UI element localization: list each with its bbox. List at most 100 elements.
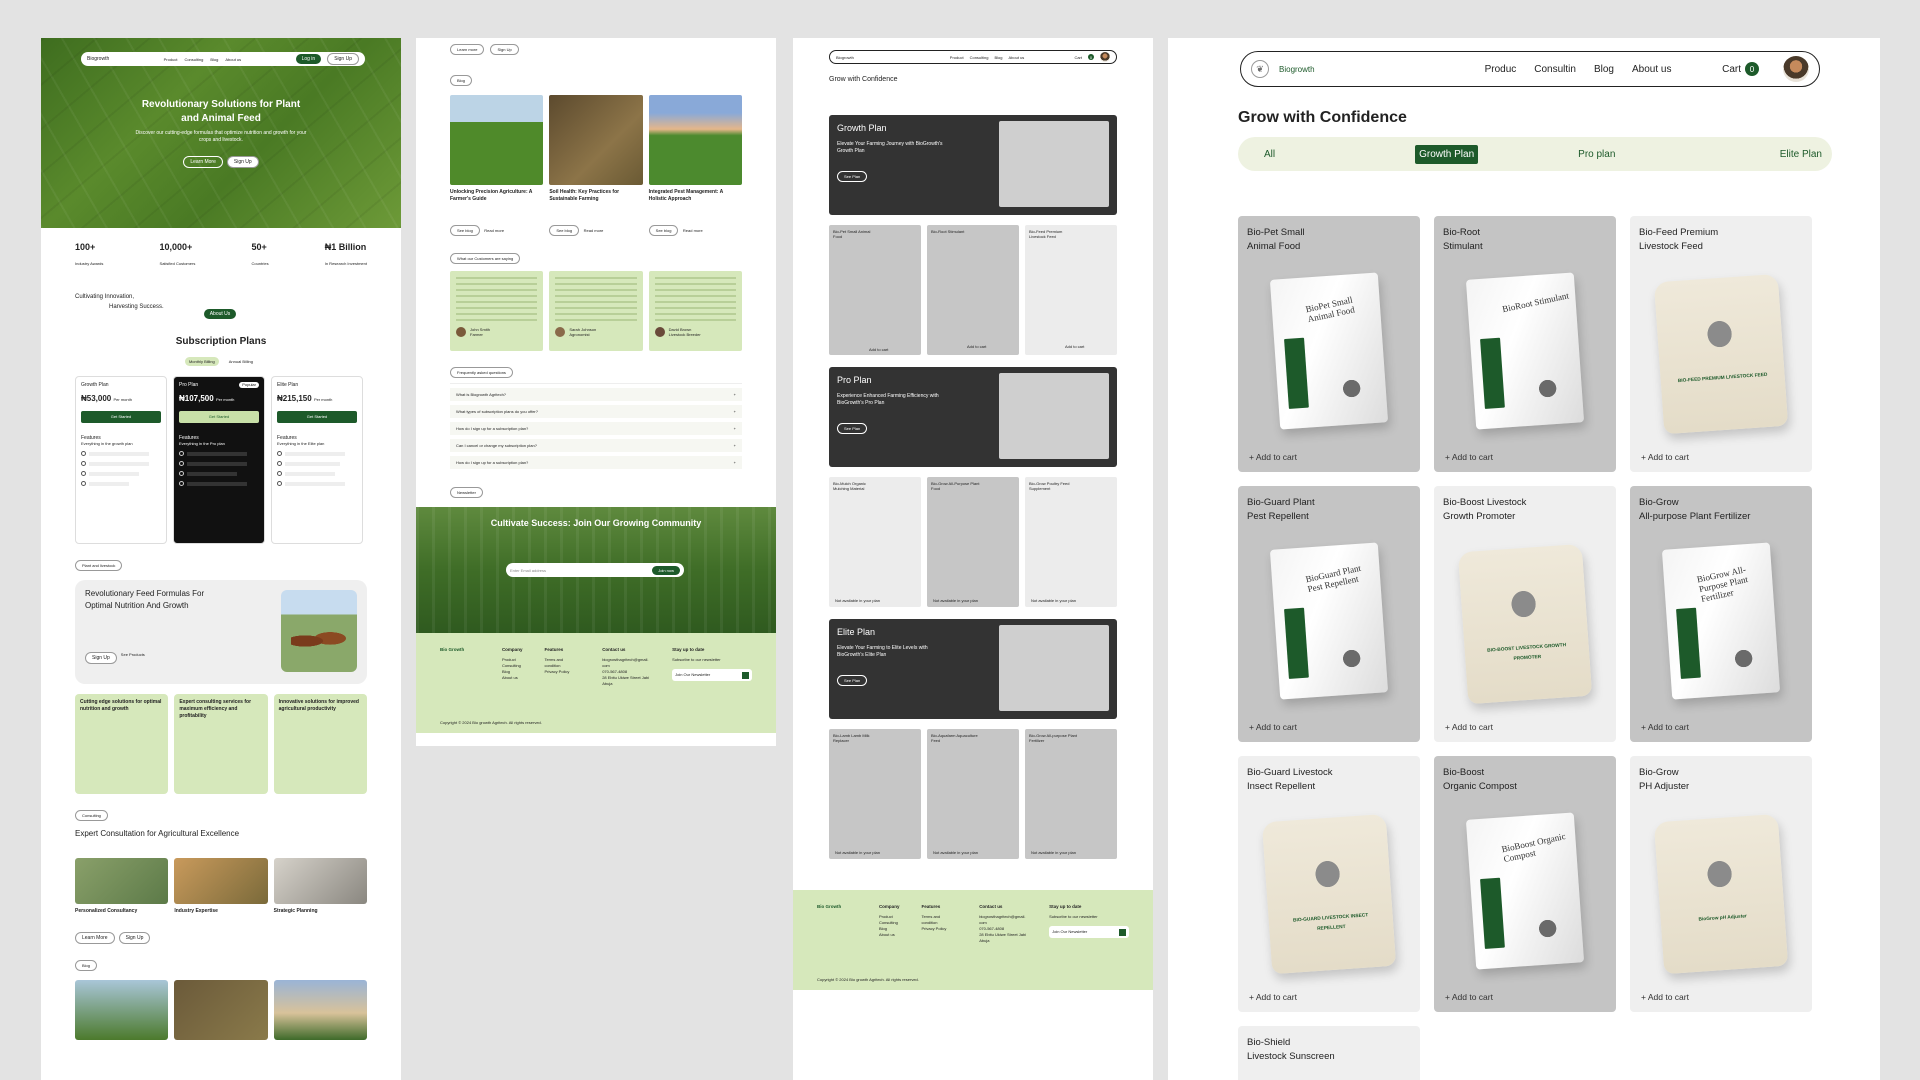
add-to-cart-button[interactable]: + Add to cart — [1641, 452, 1689, 462]
check-icon — [179, 481, 184, 486]
faq-item[interactable]: What is Biogrowth Agritech? + — [450, 388, 742, 401]
package-label: BIO-FEED PREMIUM LIVESTOCK FEED — [1677, 372, 1768, 385]
avatar[interactable] — [1783, 56, 1809, 82]
product-card[interactable]: Bio-Root Stimulant BioRoot Stimulant + Add… — [1434, 216, 1616, 472]
nav-link-product[interactable]: Produc — [1485, 64, 1517, 75]
growth-get-started-button[interactable]: Get Started — [81, 411, 161, 423]
avatar — [456, 327, 466, 337]
nav-link-blog[interactable]: Blog — [1594, 64, 1614, 75]
add-to-cart-button[interactable]: + Add to cart — [1249, 722, 1297, 732]
footer-link[interactable]: About us — [502, 675, 523, 681]
monthly-billing-toggle[interactable]: Monthly Billing — [184, 357, 219, 366]
product-card[interactable]: Bio-Boost Livestock Growth Promoter BIO-B… — [1434, 486, 1616, 742]
read-more-link-3[interactable]: Read more — [683, 228, 703, 233]
nav-link-consulting[interactable]: Consulting — [184, 57, 203, 62]
nav-link-product[interactable]: Product — [950, 55, 964, 60]
consult-signup-button[interactable]: Sign Up — [118, 932, 151, 944]
hero-learn-more-button[interactable]: Learn More — [183, 156, 223, 168]
product-card[interactable]: Bio-Shield Livestock Sunscreen — [1238, 1026, 1420, 1080]
arrow-right-icon[interactable] — [741, 671, 749, 679]
product-card[interactable]: Bio-Guard Livestock Insect Repellent BIO-… — [1238, 756, 1420, 1012]
read-more-link-1[interactable]: Read more — [484, 228, 504, 233]
product-card[interactable]: Bio-Grow All-purpose Plant Fertilizer Bio… — [1630, 486, 1812, 742]
feature-cards: Cutting edge solutions for optimal nutri… — [41, 694, 401, 794]
tab-all[interactable]: All — [1264, 149, 1275, 160]
see-blog-button-3[interactable]: See blog — [648, 225, 679, 236]
plans-navbar: Biogrowth Product Consulting Blog About … — [829, 50, 1117, 64]
elite-get-started-button[interactable]: Get Started — [277, 411, 357, 423]
testimonial-card-1: John Smith Farmer — [450, 271, 544, 351]
nav-link-blog[interactable]: Blog — [995, 55, 1003, 60]
faq-item[interactable]: What types of subscription plans do you … — [450, 405, 742, 418]
top-signup-button[interactable]: Sign Up — [490, 44, 519, 55]
about-us-button[interactable]: About Us — [203, 309, 237, 319]
faq-item[interactable]: How do I sign up for a subscription plan… — [450, 456, 742, 469]
cart-button[interactable]: Cart 0 — [1722, 62, 1759, 76]
see-growth-plan-button[interactable]: See Plan — [837, 171, 868, 182]
product-card[interactable]: Bio-Grow PH Adjuster BioGrow pH Adjuster +… — [1630, 756, 1812, 1012]
arrow-right-icon[interactable] — [1118, 928, 1126, 936]
see-blog-button-2[interactable]: See blog — [549, 225, 580, 236]
nav-link-blog[interactable]: Blog — [210, 57, 218, 62]
see-elite-plan-button[interactable]: See Plan — [837, 675, 868, 686]
nav-link-consulting[interactable]: Consultin — [1534, 64, 1576, 75]
top-learn-more-button[interactable]: Learn more — [450, 44, 485, 55]
join-now-button[interactable]: Join now — [652, 565, 680, 575]
cart-link[interactable]: Cart — [1074, 55, 1082, 60]
pro-get-started-button[interactable]: Get Started — [179, 411, 259, 423]
plans-page-panel: Biogrowth Product Consulting Blog About … — [793, 38, 1153, 1080]
check-icon — [81, 481, 86, 486]
add-to-cart-button[interactable]: + Add to cart — [1445, 722, 1493, 732]
consult-images — [41, 858, 401, 904]
footer-link[interactable]: Privacy Policy — [544, 669, 580, 675]
hero-signup-button[interactable]: Sign Up — [226, 156, 259, 168]
product-card[interactable]: Bio-Boost Organic Compost BioBoost Organi… — [1434, 756, 1616, 1012]
product-name: Bio-Boost Organic Compost — [1443, 767, 1517, 792]
add-to-cart-button[interactable]: + Add to cart — [1641, 722, 1689, 732]
nav-link-about[interactable]: About us — [1009, 55, 1025, 60]
add-to-cart-button[interactable]: + Add to cart — [1249, 992, 1297, 1002]
package-label: BioGuard Plant Pest Repellent — [1304, 562, 1362, 595]
home-logo[interactable]: Biogrowth — [87, 56, 109, 62]
add-to-cart-button[interactable]: + Add to cart — [1641, 992, 1689, 1002]
newsletter-input[interactable]: Join Our Newsletter — [1052, 929, 1087, 935]
product-card[interactable]: Bio-Feed Premium Livestock Feed BIO-FEED … — [1630, 216, 1812, 472]
package-illustration — [1497, 576, 1550, 632]
signup-button[interactable]: Sign Up — [327, 53, 359, 65]
product-card: Bio-Grow Poultry Feed Supplement Not avai… — [1025, 477, 1117, 607]
cultivating-section: Cultivating Innovation, Harvesting Succe… — [41, 270, 401, 320]
consult-learn-more-button[interactable]: Learn More — [75, 932, 115, 944]
package-label: BioGrow pH Adjuster — [1698, 914, 1747, 923]
nav-link-about[interactable]: About us — [1632, 64, 1671, 75]
annual-billing-toggle[interactable]: Annual Billing — [225, 357, 257, 366]
product-card[interactable]: Bio-Guard Plant Pest Repellent BioGuard P… — [1238, 486, 1420, 742]
faq-item[interactable]: How do I sign up for a subscription plan… — [450, 422, 742, 435]
read-more-link-2[interactable]: Read more — [584, 228, 604, 233]
community-email-input[interactable]: Enter Email address — [510, 568, 546, 573]
login-button[interactable]: Log in — [295, 54, 322, 64]
product-name: Bio-Root Stimulant — [1443, 227, 1483, 252]
plans-logo[interactable]: Biogrowth — [836, 55, 854, 60]
newsletter-input[interactable]: Join Our Newsletter — [675, 672, 710, 678]
feed-signup-button[interactable]: Sign Up — [85, 652, 117, 664]
product-card[interactable]: Bio-Pet Small Animal Food BioPet Small An… — [1238, 216, 1420, 472]
footer-link[interactable]: Terms and condition — [544, 657, 580, 669]
shop-logo[interactable]: Biogrowth — [1279, 65, 1315, 74]
faq-item[interactable]: Can I cancel or change my subscription p… — [450, 439, 742, 452]
tab-growth-plan[interactable]: Growth Plan — [1415, 144, 1479, 164]
tab-pro-plan[interactable]: Pro plan — [1578, 149, 1615, 160]
add-to-cart-button[interactable]: + Add to cart — [1445, 992, 1493, 1002]
nav-link-product[interactable]: Product — [164, 57, 178, 62]
cattle-image — [281, 590, 357, 672]
product-package-image: BIO-FEED PREMIUM LIVESTOCK FEED — [1653, 273, 1789, 435]
avatar[interactable] — [1100, 52, 1110, 62]
see-blog-button-1[interactable]: See blog — [450, 225, 480, 236]
nav-link-consulting[interactable]: Consulting — [970, 55, 989, 60]
testimonials: John Smith Farmer Sarah Johnson Agronomist… — [416, 271, 776, 351]
add-to-cart-button[interactable]: + Add to cart — [1445, 452, 1493, 462]
see-pro-plan-button[interactable]: See Plan — [837, 423, 868, 434]
add-to-cart-button[interactable]: + Add to cart — [1249, 452, 1297, 462]
tab-elite-plan[interactable]: Elite Plan — [1780, 149, 1822, 160]
nav-link-about[interactable]: About us — [225, 57, 241, 62]
see-products-link[interactable]: See Products — [121, 652, 145, 664]
